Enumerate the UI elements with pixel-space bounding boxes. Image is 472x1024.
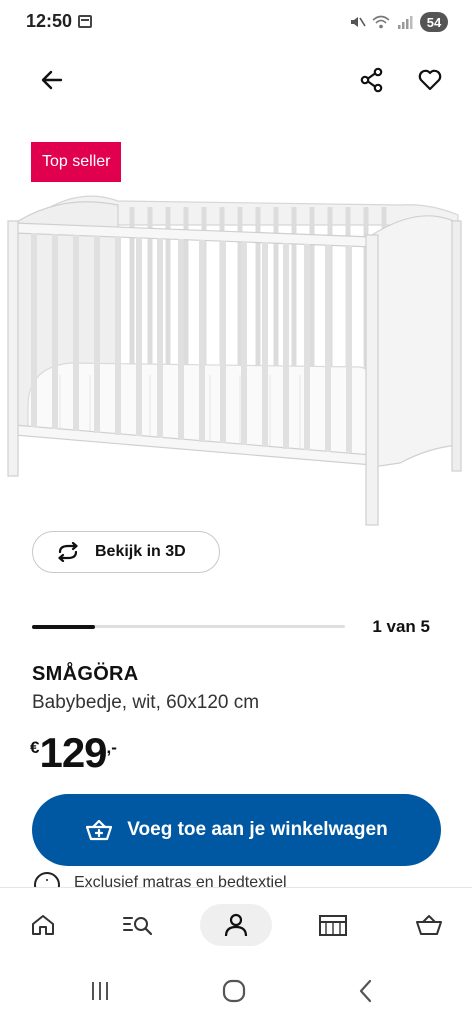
status-icons: 54 (348, 11, 448, 33)
nav-profile[interactable] (200, 904, 272, 946)
home-icon (32, 915, 54, 935)
nav-home[interactable] (7, 904, 79, 946)
top-seller-badge: Top seller (31, 142, 122, 182)
battery-indicator: 54 (420, 12, 448, 32)
favourite-button[interactable] (408, 58, 452, 102)
view-3d-button[interactable]: Bekijk in 3D (32, 531, 220, 573)
nav-store[interactable] (297, 904, 369, 946)
bottom-navigation (0, 887, 472, 961)
gallery-progress-fill (32, 624, 95, 629)
wifi-icon (372, 15, 390, 29)
nav-basket[interactable] (393, 904, 465, 946)
home-circle-icon (222, 979, 246, 1003)
share-button[interactable] (350, 58, 394, 102)
product-price: € 129 ,- (30, 730, 117, 778)
profile-icon (224, 913, 248, 937)
add-to-cart-label: Voeg toe aan je winkelwagen (127, 819, 388, 840)
price-decimal: ,- (106, 738, 117, 757)
home-system-button[interactable] (214, 975, 254, 1007)
mute-icon (351, 17, 366, 27)
back-button[interactable] (30, 58, 74, 102)
system-back-button[interactable] (346, 975, 386, 1007)
rotate-3d-icon (58, 542, 78, 562)
nav-search[interactable] (102, 904, 174, 946)
arrow-left-icon (41, 70, 63, 90)
price-integer: 129 (39, 729, 107, 776)
product-description: Babybedje, wit, 60x120 cm (32, 692, 260, 713)
info-text: Exclusief matras en bedtextiel (74, 874, 287, 888)
gallery-counter: 1 van 5 (372, 617, 430, 636)
signal-icon (398, 16, 413, 29)
view-3d-label: Bekijk in 3D (95, 543, 186, 560)
gallery-progress (32, 624, 345, 629)
top-app-bar (0, 52, 472, 108)
recent-apps-button[interactable] (80, 975, 120, 1007)
share-icon (360, 67, 383, 93)
product-image[interactable] (0, 185, 472, 530)
chevron-left-icon (359, 979, 372, 1003)
calendar-icon (78, 15, 92, 28)
status-time: 12:50 (26, 11, 73, 31)
heart-icon (418, 69, 442, 91)
basket-add-icon (86, 819, 113, 841)
product-name: SMÅGÖRA (32, 663, 139, 685)
system-navigation (0, 961, 472, 1024)
basket-icon (416, 915, 442, 935)
add-to-cart-button[interactable]: Voeg toe aan je winkelwagen (32, 794, 441, 866)
info-row: Exclusief matras en bedtextiel (32, 872, 472, 888)
search-list-icon (123, 917, 153, 936)
recent-apps-icon (92, 982, 108, 1000)
store-icon (319, 915, 347, 936)
info-icon (34, 872, 60, 888)
status-bar: 12:50 54 (0, 0, 472, 44)
price-currency: € (30, 738, 40, 757)
